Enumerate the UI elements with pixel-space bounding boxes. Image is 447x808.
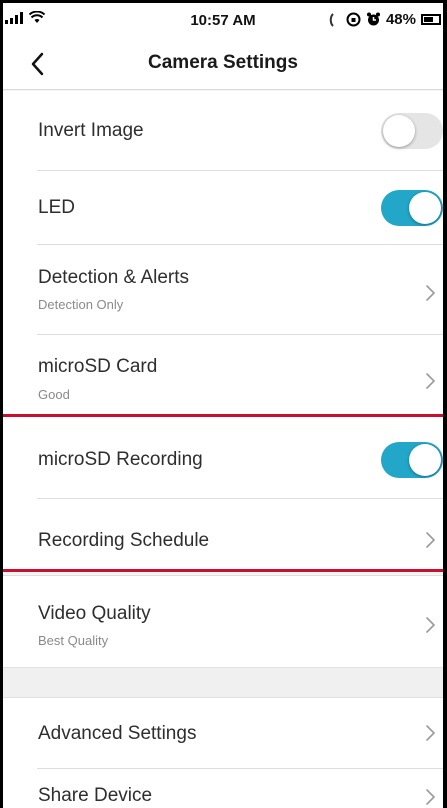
detection-alerts-label: Detection & Alerts bbox=[38, 267, 190, 288]
microsd-recording-row: microSD Recording bbox=[3, 417, 443, 499]
share-device-label: Share Device bbox=[38, 785, 153, 806]
chevron-right-icon bbox=[426, 373, 436, 389]
status-right: 48% bbox=[329, 11, 441, 28]
device-frame: 10:57 AM 48% Camera Settings Invert Imag… bbox=[0, 0, 447, 808]
share-device-row[interactable]: Share Device bbox=[3, 769, 443, 808]
battery-icon bbox=[421, 14, 441, 25]
advanced-settings-row[interactable]: Advanced Settings bbox=[3, 697, 443, 769]
invert-image-toggle[interactable] bbox=[381, 113, 443, 149]
advanced-settings-label: Advanced Settings bbox=[38, 723, 197, 744]
toggle-knob bbox=[409, 192, 441, 224]
chevron-right-icon bbox=[426, 532, 436, 548]
recording-schedule-label: Recording Schedule bbox=[38, 530, 210, 551]
page-title: Camera Settings bbox=[148, 52, 298, 73]
nav-bar: Camera Settings bbox=[3, 37, 443, 90]
led-label: LED bbox=[38, 197, 75, 218]
video-quality-label: Video Quality bbox=[38, 603, 151, 624]
microsd-card-value: Good bbox=[38, 387, 70, 402]
led-toggle[interactable] bbox=[381, 190, 443, 226]
microsd-recording-label: microSD Recording bbox=[38, 449, 203, 470]
invert-image-row: Invert Image bbox=[3, 91, 443, 171]
video-quality-row[interactable]: Video Quality Best Quality bbox=[3, 575, 443, 667]
section-gap bbox=[3, 667, 443, 697]
battery-percent: 48% bbox=[385, 11, 416, 28]
detection-alerts-row[interactable]: Detection & Alerts Detection Only bbox=[3, 245, 443, 335]
microsd-recording-toggle[interactable] bbox=[381, 442, 443, 478]
lock-rotation-icon bbox=[346, 12, 361, 27]
chevron-right-icon bbox=[426, 789, 436, 805]
chevron-right-icon bbox=[426, 285, 436, 301]
detection-alerts-value: Detection Only bbox=[38, 297, 124, 312]
screen: 10:57 AM 48% Camera Settings Invert Imag… bbox=[3, 3, 443, 808]
invert-image-label: Invert Image bbox=[38, 120, 144, 141]
microsd-card-label: microSD Card bbox=[38, 356, 158, 377]
video-quality-value: Best Quality bbox=[38, 633, 109, 648]
led-row: LED bbox=[3, 171, 443, 245]
chevron-right-icon bbox=[426, 725, 436, 741]
call-icon bbox=[329, 12, 334, 27]
recording-schedule-row[interactable]: Recording Schedule bbox=[3, 499, 443, 569]
highlight-line-bottom bbox=[3, 569, 443, 572]
microsd-card-row[interactable]: microSD Card Good bbox=[3, 335, 443, 421]
status-bar: 10:57 AM 48% bbox=[3, 3, 443, 37]
toggle-knob bbox=[383, 115, 415, 147]
alarm-icon bbox=[366, 12, 380, 26]
toggle-knob bbox=[409, 444, 441, 476]
chevron-right-icon bbox=[426, 617, 436, 633]
